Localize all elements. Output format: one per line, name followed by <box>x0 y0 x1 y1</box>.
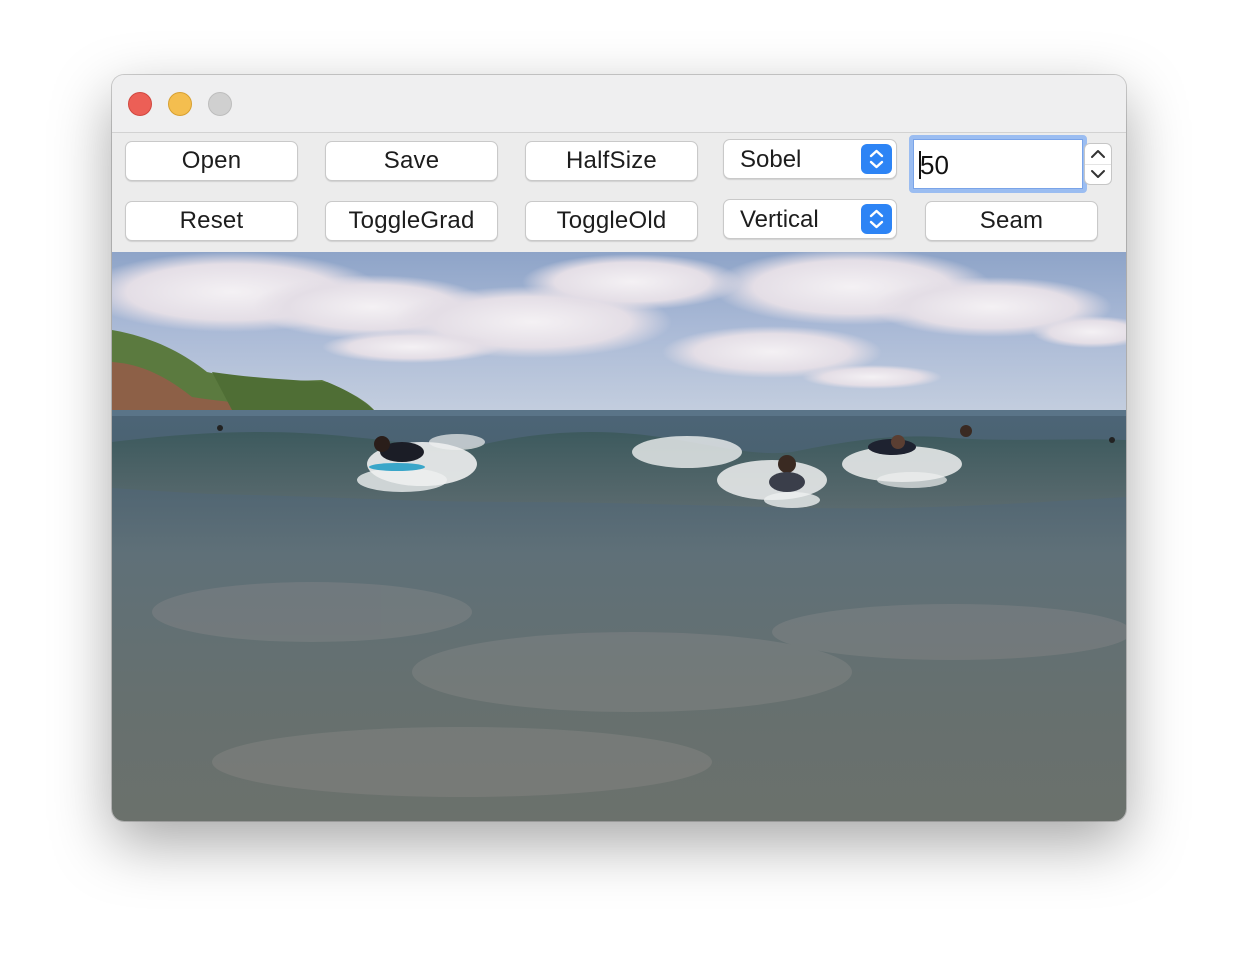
stepper-up-button[interactable] <box>1085 144 1111 165</box>
title-bar[interactable] <box>112 75 1126 133</box>
seam-button[interactable]: Seam <box>925 201 1098 241</box>
image-view[interactable] <box>112 252 1126 821</box>
text-caret <box>919 151 921 179</box>
minimize-button[interactable] <box>168 92 192 116</box>
save-button[interactable]: Save <box>325 141 498 181</box>
seam-count-value: 50 <box>920 150 949 180</box>
gradient-select-value: Sobel <box>740 146 802 173</box>
zoom-button[interactable] <box>208 92 232 116</box>
open-button[interactable]: Open <box>125 141 298 181</box>
toolbar: Open Save HalfSize Sobel 50 Reset Toggle… <box>112 133 1126 252</box>
stepper-down-button[interactable] <box>1085 164 1111 184</box>
gradient-select[interactable]: Sobel <box>723 139 897 179</box>
close-button[interactable] <box>128 92 152 116</box>
reset-button[interactable]: Reset <box>125 201 298 241</box>
togglegrad-button[interactable]: ToggleGrad <box>325 201 498 241</box>
direction-select[interactable]: Vertical <box>723 199 897 239</box>
up-down-arrows-icon <box>861 144 892 174</box>
seam-count-stepper[interactable] <box>1084 143 1112 185</box>
toggleold-button[interactable]: ToggleOld <box>525 201 698 241</box>
chevron-up-icon <box>1091 150 1105 158</box>
app-window: Open Save HalfSize Sobel 50 Reset Toggle… <box>112 75 1126 821</box>
up-down-arrows-icon <box>861 204 892 234</box>
chevron-down-icon <box>1091 170 1105 178</box>
seam-count-field[interactable]: 50 <box>909 135 1087 193</box>
direction-select-value: Vertical <box>740 206 819 233</box>
halfsize-button[interactable]: HalfSize <box>525 141 698 181</box>
